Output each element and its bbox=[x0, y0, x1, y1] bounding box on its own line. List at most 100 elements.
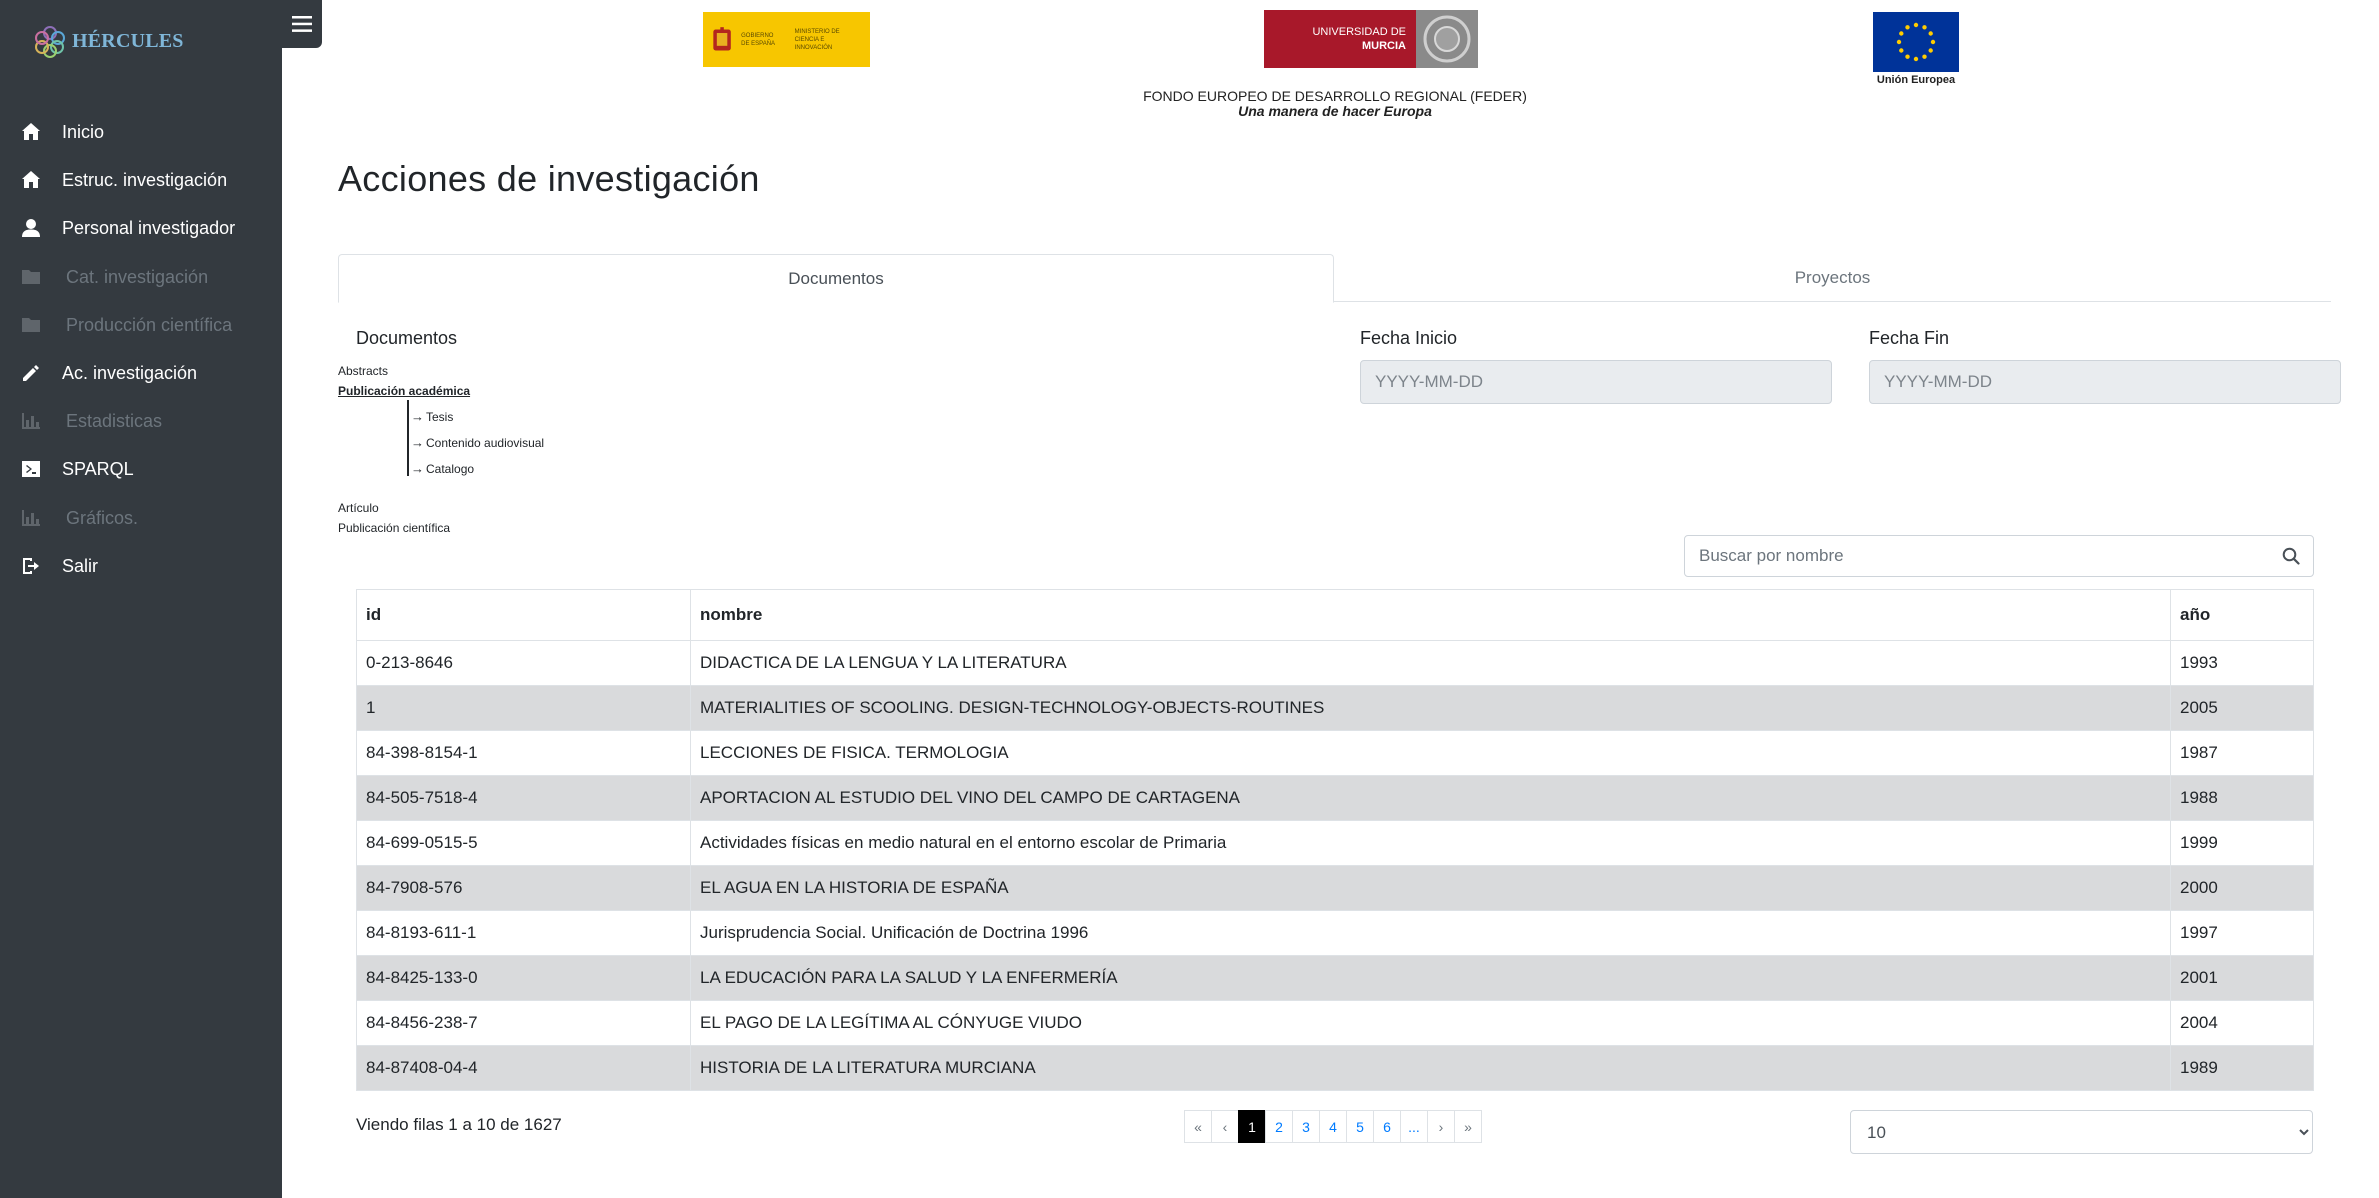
home-icon bbox=[20, 121, 42, 143]
cell-nombre: APORTACION AL ESTUDIO DEL VINO DEL CAMPO… bbox=[690, 775, 2171, 821]
cell-ano: 2000 bbox=[2170, 865, 2314, 911]
tab-documentos[interactable]: Documentos bbox=[338, 254, 1334, 303]
cell-ano: 1989 bbox=[2170, 1045, 2314, 1091]
tree-item-label: Contenido audiovisual bbox=[426, 435, 545, 450]
tree-connector-line bbox=[407, 400, 409, 476]
sidebar-item-label: Inicio bbox=[62, 121, 105, 142]
cell-id: 0-213-8646 bbox=[356, 640, 691, 686]
sidebar-item-sparql[interactable]: SPARQL bbox=[0, 446, 282, 492]
column-header-ano[interactable]: año bbox=[2170, 589, 2314, 641]
tree-item-catalogo[interactable]: → Catalogo bbox=[411, 461, 474, 476]
sidebar-item-label: Estadisticas bbox=[66, 410, 163, 431]
table-row[interactable]: 84-699-0515-5 Actividades físicas en medi… bbox=[356, 820, 2314, 866]
table-row[interactable]: 84-87408-04-4 HISTORIA DE LA LITERATURA M… bbox=[356, 1045, 2314, 1091]
cell-ano: 2005 bbox=[2170, 685, 2314, 731]
table-row[interactable]: 84-8456-238-7 EL PAGO DE LA LEGÍTIMA AL C… bbox=[356, 1000, 2314, 1046]
brand-name: HÉRCULES bbox=[72, 29, 184, 52]
page-button-6[interactable]: 6 bbox=[1373, 1110, 1401, 1143]
sidebar-item-label: Personal investigador bbox=[62, 217, 236, 238]
tree-title: Documentos bbox=[356, 328, 458, 348]
fecha-fin-input[interactable] bbox=[1869, 360, 2341, 404]
sidebar-item-cat-investigación[interactable]: Cat. investigación bbox=[0, 254, 282, 300]
page-button-3[interactable]: 3 bbox=[1292, 1110, 1320, 1143]
brand[interactable]: HÉRCULES bbox=[32, 22, 184, 60]
cell-id: 84-8193-611-1 bbox=[356, 910, 691, 956]
tree-item-tesis[interactable]: → Tesis bbox=[411, 409, 453, 424]
tree-item-articulo[interactable]: Artículo bbox=[338, 501, 379, 515]
column-header-id[interactable]: id bbox=[356, 589, 691, 641]
terminal-icon bbox=[20, 458, 42, 480]
cell-id: 84-8456-238-7 bbox=[356, 1000, 691, 1046]
feder-subtitle: Una manera de hacer Europa bbox=[1238, 103, 1432, 119]
search-button[interactable] bbox=[2269, 536, 2313, 576]
cell-id: 84-505-7518-4 bbox=[356, 775, 691, 821]
cell-id: 1 bbox=[356, 685, 691, 731]
fecha-inicio-input[interactable] bbox=[1360, 360, 1832, 404]
sidebar-item-estadisticas[interactable]: Estadisticas bbox=[0, 398, 282, 444]
search-icon bbox=[2282, 547, 2300, 565]
page-button-prev[interactable]: ‹ bbox=[1211, 1110, 1239, 1143]
cell-ano: 1999 bbox=[2170, 820, 2314, 866]
table-row[interactable]: 0-213-8646 DIDACTICA DE LA LENGUA Y LA LI… bbox=[356, 640, 2314, 686]
feder-caption: FONDO EUROPEO DE DESARROLLO REGIONAL (FE… bbox=[1100, 89, 1570, 119]
tree-item-contenido-audiovisual[interactable]: → Contenido audiovisual bbox=[411, 435, 544, 450]
cell-id: 84-7908-576 bbox=[356, 865, 691, 911]
tree-item-label: Tesis bbox=[426, 409, 454, 424]
cell-nombre: MATERIALITIES OF SCOOLING. DESIGN-TECHNO… bbox=[690, 685, 2171, 731]
logout-icon bbox=[20, 555, 42, 577]
gobierno-text: GOBIERNO DE ESPAÑA bbox=[741, 32, 776, 47]
page-size-select[interactable]: 10 bbox=[1850, 1110, 2313, 1154]
sidebar-item-estruc-investigación[interactable]: Estruc. investigación bbox=[0, 157, 282, 203]
eu-flag-icon bbox=[1873, 12, 1959, 72]
page-button-1[interactable]: 1 bbox=[1238, 1110, 1266, 1143]
table-header-row: id nombre año bbox=[356, 589, 2314, 641]
cell-id: 84-8425-133-0 bbox=[356, 955, 691, 1001]
table-row[interactable]: 84-7908-576 EL AGUA EN LA HISTORIA DE ESP… bbox=[356, 865, 2314, 911]
page-button-4[interactable]: 4 bbox=[1319, 1110, 1347, 1143]
table-row[interactable]: 1 MATERIALITIES OF SCOOLING. DESIGN-TECHN… bbox=[356, 685, 2314, 731]
um-line2: MURCIA bbox=[1362, 40, 1406, 52]
page-button-next[interactable]: › bbox=[1427, 1110, 1455, 1143]
cell-nombre: LA EDUCACIÓN PARA LA SALUD Y LA ENFERMER… bbox=[690, 955, 2171, 1001]
table-row[interactable]: 84-398-8154-1 LECCIONES DE FISICA. TERMOL… bbox=[356, 730, 2314, 776]
um-logo-text-block: UNIVERSIDAD DE MURCIA bbox=[1264, 10, 1416, 68]
sidebar-item-personal-investigador[interactable]: Personal investigador bbox=[0, 205, 282, 251]
tab-proyectos[interactable]: Proyectos bbox=[1334, 254, 2331, 302]
tree-item-publicacion-cientifica[interactable]: Publicación científica bbox=[338, 521, 450, 535]
tree-item-label: Catalogo bbox=[426, 461, 475, 476]
tree-item-publicacion-academica[interactable]: Publicación académica bbox=[338, 384, 470, 398]
cell-nombre: HISTORIA DE LA LITERATURA MURCIANA bbox=[690, 1045, 2171, 1091]
table-row[interactable]: 84-8193-611-1 Jurisprudencia Social. Unif… bbox=[356, 910, 2314, 956]
sidebar-item-gráficos[interactable]: Gráficos. bbox=[0, 495, 282, 541]
table-row[interactable]: 84-505-7518-4 APORTACION AL ESTUDIO DEL V… bbox=[356, 775, 2314, 821]
sidebar-item-label: Gráficos. bbox=[66, 507, 139, 528]
cell-ano: 1987 bbox=[2170, 730, 2314, 776]
cell-nombre: Actividades físicas en medio natural en … bbox=[690, 820, 2171, 866]
sidebar-item-label: Salir bbox=[62, 555, 99, 576]
bar-chart-icon bbox=[20, 507, 42, 529]
page-button-first[interactable]: « bbox=[1184, 1110, 1212, 1143]
cell-ano: 2001 bbox=[2170, 955, 2314, 1001]
pagination: «‹ 1 2 3 4 5 6... ›» bbox=[1184, 1110, 1482, 1143]
search-input[interactable] bbox=[1685, 537, 2269, 575]
sidebar-item-label: Ac. investigación bbox=[62, 362, 198, 383]
sidebar-item-salir[interactable]: Salir bbox=[0, 543, 282, 589]
page-button-5[interactable]: 5 bbox=[1346, 1110, 1374, 1143]
page-button-2[interactable]: 2 bbox=[1265, 1110, 1293, 1143]
home-icon bbox=[20, 169, 42, 191]
folder-icon bbox=[20, 266, 42, 288]
page-button-last[interactable]: » bbox=[1454, 1110, 1482, 1143]
sidebar-item-producción-científica[interactable]: Producción científica bbox=[0, 302, 282, 348]
results-table: id nombre año 0-213-8646 DIDACTICA DE LA … bbox=[356, 589, 2314, 1091]
um-line1: UNIVERSIDAD DE bbox=[1312, 26, 1406, 38]
menu-toggle-button[interactable] bbox=[282, 0, 322, 48]
table-row[interactable]: 84-8425-133-0 LA EDUCACIÓN PARA LA SALUD … bbox=[356, 955, 2314, 1001]
sidebar-item-inicio[interactable]: Inicio bbox=[0, 109, 282, 155]
tree-item-abstracts[interactable]: Abstracts bbox=[338, 364, 388, 378]
fecha-fin-label: Fecha Fin bbox=[1869, 328, 1950, 348]
sidebar-item-ac-investigación[interactable]: Ac. investigación bbox=[0, 350, 282, 396]
page-button-ellipsis[interactable]: ... bbox=[1400, 1110, 1428, 1143]
search-box bbox=[1684, 535, 2314, 577]
column-header-nombre[interactable]: nombre bbox=[690, 589, 2171, 641]
sidebar: HÉRCULES Inicio Estruc. investigación Pers… bbox=[0, 0, 282, 1198]
